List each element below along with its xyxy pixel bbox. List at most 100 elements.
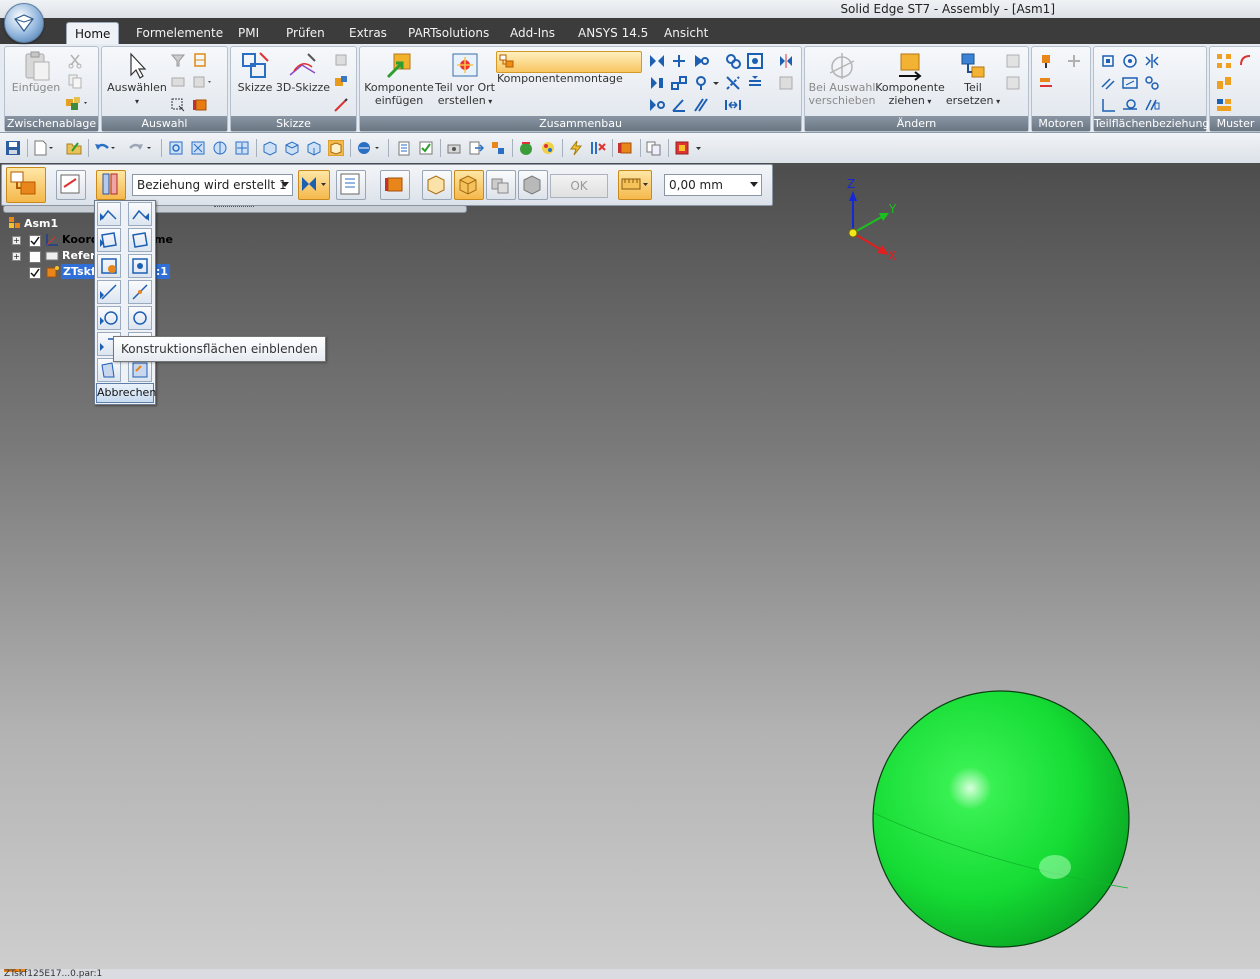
connect-icon[interactable] bbox=[671, 75, 687, 91]
document-copy-icon[interactable] bbox=[646, 140, 662, 156]
paste-special-icon[interactable] bbox=[65, 95, 87, 111]
scrollbar-grip[interactable] bbox=[214, 206, 254, 211]
flip-icon[interactable] bbox=[778, 53, 794, 69]
tree-checkbox[interactable] bbox=[29, 267, 41, 279]
select-hide-icon[interactable] bbox=[170, 74, 186, 90]
select-box-icon[interactable] bbox=[170, 97, 186, 113]
connect-relation-alt-icon[interactable] bbox=[128, 280, 152, 304]
mirror-icon[interactable] bbox=[1216, 97, 1232, 113]
face-horizontal-icon[interactable] bbox=[1122, 97, 1138, 113]
tab-formelemente[interactable]: Formelemente bbox=[128, 22, 231, 44]
tab-pmi[interactable]: PMI bbox=[230, 22, 267, 44]
view-iso-icon[interactable] bbox=[327, 139, 345, 157]
rotate-view-icon[interactable] bbox=[212, 140, 228, 156]
placement-part-button[interactable] bbox=[454, 170, 484, 200]
cut-icon[interactable] bbox=[67, 53, 83, 69]
motor-animation-icon[interactable] bbox=[1066, 53, 1082, 69]
pattern-icon[interactable] bbox=[1216, 53, 1232, 69]
move-on-select-button[interactable]: Bei Auswahl verschieben bbox=[807, 51, 877, 107]
render-icon[interactable] bbox=[518, 140, 534, 156]
undo-icon[interactable] bbox=[94, 140, 115, 156]
drag-component-button[interactable]: Komponente ziehen ▾ bbox=[875, 51, 945, 108]
face-perpendicular-icon[interactable] bbox=[1100, 97, 1116, 113]
measure-icon[interactable] bbox=[490, 140, 506, 156]
center-plane-icon[interactable] bbox=[725, 97, 741, 113]
axial-align-icon[interactable] bbox=[693, 53, 709, 69]
save-icon[interactable] bbox=[5, 140, 21, 156]
tab-ansys[interactable]: ANSYS 14.5 bbox=[570, 22, 656, 44]
insert-component-button[interactable]: Komponente einfügen bbox=[364, 51, 434, 107]
relation-list-button[interactable] bbox=[336, 170, 366, 200]
properties-icon[interactable] bbox=[396, 140, 412, 156]
tab-ansicht[interactable]: Ansicht bbox=[656, 22, 716, 44]
face-tangent-icon[interactable] bbox=[1122, 75, 1138, 91]
face-concentric-icon[interactable] bbox=[1122, 53, 1138, 69]
assemble-step-button[interactable] bbox=[6, 167, 46, 203]
create-in-place-button[interactable]: Teil vor Ort erstellen ▾ bbox=[432, 51, 498, 108]
sketch-button[interactable]: Skizze bbox=[233, 51, 277, 94]
duplicate-icon[interactable] bbox=[1216, 75, 1232, 91]
mate-icon[interactable] bbox=[649, 53, 665, 69]
tangent-relation-alt-icon[interactable] bbox=[128, 306, 152, 330]
replace-part-button[interactable]: Teil ersetzen ▾ bbox=[945, 51, 1001, 108]
shading-icon[interactable] bbox=[356, 140, 379, 156]
motor-icon[interactable] bbox=[1038, 53, 1054, 69]
offset-type-button[interactable] bbox=[618, 170, 652, 200]
export-icon[interactable] bbox=[468, 140, 485, 156]
part-icon[interactable] bbox=[618, 140, 634, 156]
select-part-icon[interactable] bbox=[192, 97, 208, 113]
axial-align-alt-icon[interactable] bbox=[128, 254, 152, 278]
angle-relation-icon[interactable] bbox=[671, 97, 687, 113]
expand-icon[interactable]: + bbox=[12, 252, 21, 261]
sketch-3d-button[interactable]: 3D-Skizze bbox=[275, 51, 331, 94]
tab-extras[interactable]: Extras bbox=[341, 22, 395, 44]
ok-button[interactable]: OK bbox=[550, 174, 608, 198]
modify-extra-icon-2[interactable] bbox=[1005, 75, 1021, 91]
tab-partsolutions[interactable]: PARTsolutions bbox=[400, 22, 497, 44]
tree-checkbox[interactable] bbox=[29, 235, 41, 247]
relation-types-button[interactable] bbox=[96, 170, 126, 200]
zoom-area-icon[interactable] bbox=[168, 140, 184, 156]
view-right-icon[interactable] bbox=[306, 140, 322, 156]
delete-relation-icon[interactable] bbox=[590, 140, 606, 156]
open-folder-icon[interactable] bbox=[66, 140, 82, 156]
face-rigid-icon[interactable] bbox=[1100, 53, 1116, 69]
sketch-pencil-icon[interactable] bbox=[333, 97, 349, 113]
relation-assistant-icon[interactable] bbox=[778, 75, 794, 91]
select-part-button[interactable] bbox=[380, 170, 410, 200]
graphics-window[interactable]: Z Y X bbox=[0, 163, 1260, 979]
angle-icon[interactable] bbox=[693, 75, 709, 91]
expand-icon[interactable]: + bbox=[12, 236, 21, 245]
tree-root-asm1[interactable]: Asm1 bbox=[24, 217, 58, 230]
sphere-part[interactable] bbox=[872, 690, 1130, 948]
check-icon[interactable] bbox=[418, 140, 434, 156]
select-show-icon[interactable] bbox=[192, 74, 211, 90]
simulate-motor-icon[interactable] bbox=[1038, 75, 1054, 91]
flip-relation-button[interactable] bbox=[298, 170, 330, 200]
redo-icon[interactable] bbox=[128, 140, 151, 156]
tangent-icon[interactable] bbox=[725, 75, 741, 91]
tree-checkbox[interactable] bbox=[29, 251, 41, 263]
sketch-copy-icon[interactable] bbox=[333, 52, 349, 68]
view-front-icon[interactable] bbox=[262, 140, 278, 156]
tree-item-part-selected[interactable]: ZTskf bbox=[61, 264, 98, 279]
parallel-icon[interactable] bbox=[747, 75, 763, 91]
face-coplanar-icon[interactable] bbox=[1144, 75, 1160, 91]
path-icon[interactable] bbox=[693, 97, 709, 113]
fit-icon[interactable] bbox=[190, 140, 206, 156]
angle-dropdown-icon[interactable] bbox=[712, 75, 720, 91]
color-icon[interactable] bbox=[540, 140, 556, 156]
tab-add-ins[interactable]: Add-Ins bbox=[502, 22, 563, 44]
face-symmetric-icon[interactable] bbox=[1144, 53, 1160, 69]
modify-extra-icon-1[interactable] bbox=[1005, 53, 1021, 69]
planar-align-relation-icon[interactable] bbox=[97, 228, 121, 252]
select-filter-icon[interactable] bbox=[170, 52, 186, 68]
mate-relation-alt-icon[interactable] bbox=[128, 202, 152, 226]
customize-icon[interactable] bbox=[674, 140, 701, 156]
tab-pruefen[interactable]: Prüfen bbox=[278, 22, 333, 44]
match-coordinate-icon[interactable] bbox=[649, 97, 665, 113]
sketch-projection-icon[interactable] bbox=[333, 74, 349, 90]
flash-fit-icon[interactable] bbox=[568, 140, 584, 156]
relationship-select[interactable]: Beziehung wird erstellt 1 bbox=[132, 174, 293, 196]
mate-relation-icon[interactable] bbox=[97, 202, 121, 226]
